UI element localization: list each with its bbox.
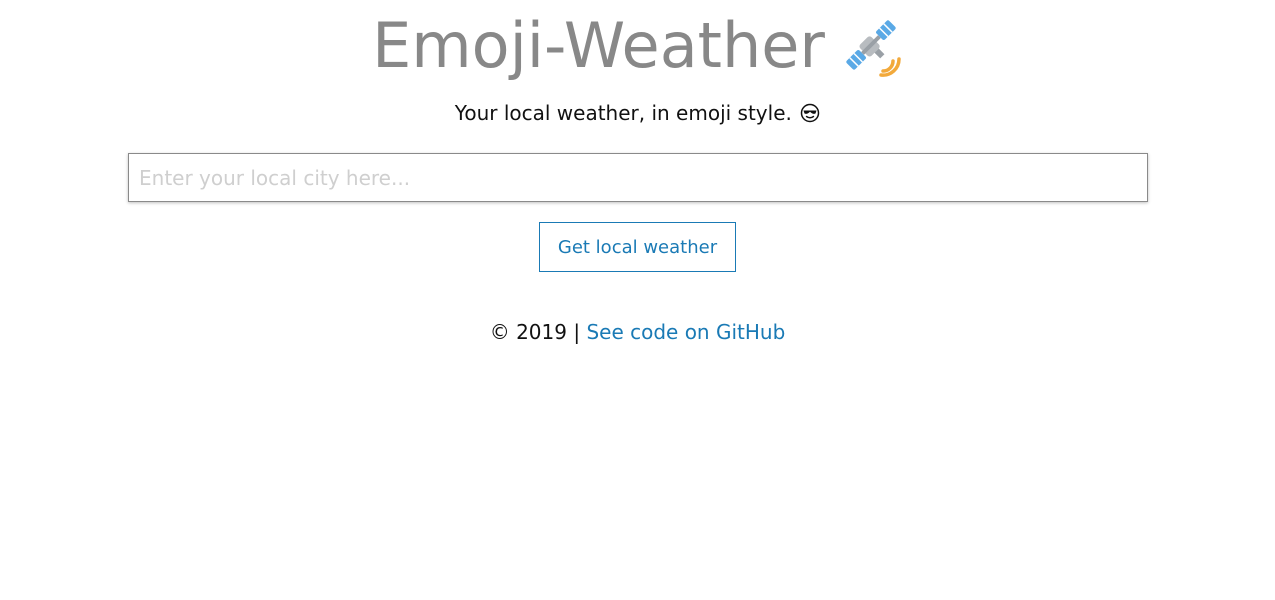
city-search-input[interactable]: [128, 153, 1148, 202]
tagline: Your local weather, in emoji style.: [0, 100, 1275, 126]
page-title: Emoji-Weather: [0, 8, 1275, 84]
github-link[interactable]: See code on GitHub: [586, 320, 785, 344]
tagline-text: Your local weather, in emoji style.: [454, 101, 792, 125]
copyright-text: © 2019 |: [489, 320, 581, 344]
page: Emoji-Weather Your local weather, in emo…: [0, 0, 1275, 600]
footer: © 2019 | See code on GitHub: [0, 319, 1275, 345]
title-text: Emoji-Weather: [372, 9, 825, 82]
sunglasses-face-icon: [800, 103, 820, 123]
get-local-weather-button[interactable]: Get local weather: [539, 222, 736, 272]
satellite-icon: [839, 13, 903, 77]
